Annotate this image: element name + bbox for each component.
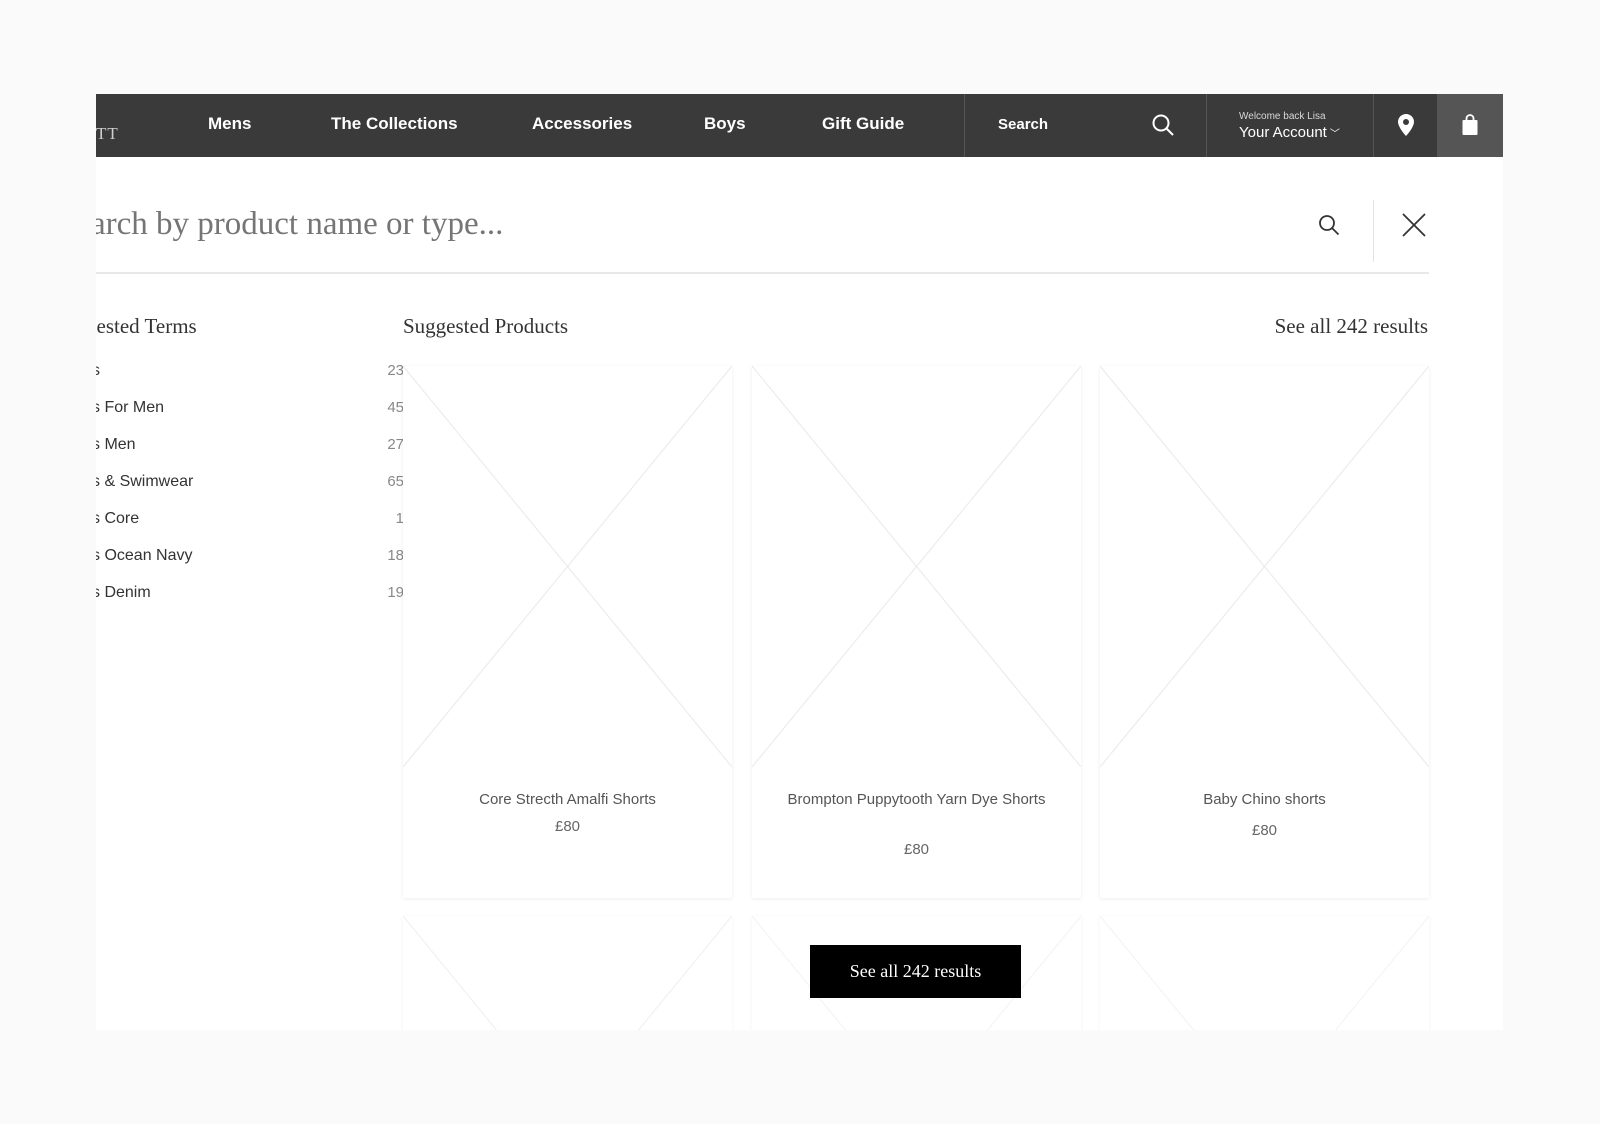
suggested-products-title: Suggested Products [403, 314, 569, 338]
image-placeholder-icon [403, 916, 732, 1030]
close-icon[interactable] [1402, 213, 1426, 242]
account-label: Your Account ﹀ [1239, 124, 1340, 141]
shopping-bag-icon [1462, 114, 1478, 135]
search-overlay: TT Mens The Collections Accessories Boys… [96, 94, 1503, 1030]
brand-logo[interactable]: TT [96, 124, 119, 144]
search-submit-icon[interactable] [1318, 214, 1340, 241]
product-card[interactable] [403, 916, 732, 1030]
product-name: Core Strecth Amalfi Shorts [479, 791, 656, 808]
suggested-term[interactable]: s Ocean Navy 18 [96, 547, 404, 571]
product-price: £80 [903, 841, 930, 858]
term-count: 45 [387, 399, 404, 416]
search-underline [96, 272, 1429, 274]
image-placeholder-icon [752, 366, 1081, 767]
search-input[interactable] [96, 199, 1241, 249]
product-card[interactable]: Core Strecth Amalfi Shorts £80 [403, 366, 732, 898]
see-all-results-link[interactable]: See all 242 results [1275, 314, 1428, 339]
search-icon[interactable] [1151, 113, 1175, 142]
product-card[interactable]: Brompton Puppytooth Yarn Dye Shorts £80 [752, 366, 1081, 898]
term-count: 18 [387, 547, 404, 564]
suggested-term[interactable]: s & Swimwear 65 [96, 473, 404, 497]
suggested-terms-title: gested Terms [96, 314, 197, 338]
product-card[interactable] [1100, 916, 1429, 1030]
main-nav: TT Mens The Collections Accessories Boys… [96, 94, 1503, 157]
nav-item-boys[interactable]: Boys [704, 114, 746, 134]
nav-item-gift-guide[interactable]: Gift Guide [822, 114, 904, 134]
image-placeholder-icon [1100, 916, 1429, 1030]
image-placeholder-icon [1100, 366, 1429, 767]
product-name: Baby Chino shorts [1203, 791, 1326, 808]
suggested-term[interactable]: s Denim 19 [96, 584, 404, 608]
suggested-term[interactable]: s 23 [96, 362, 404, 386]
account-menu[interactable]: Welcome back Lisa Your Account ﹀ [1206, 94, 1374, 157]
term-count: 19 [387, 584, 404, 601]
image-placeholder-icon [403, 366, 732, 767]
product-price: £80 [1251, 822, 1278, 839]
term-count: 27 [387, 436, 404, 453]
product-price: £80 [554, 818, 581, 835]
nav-item-collections[interactable]: The Collections [331, 114, 458, 134]
store-locator-button[interactable] [1373, 94, 1437, 157]
suggested-term[interactable]: s Core 1 [96, 510, 404, 534]
shopping-bag-button[interactable] [1437, 94, 1503, 157]
see-all-results-button[interactable]: See all 242 results [810, 945, 1021, 998]
suggested-term[interactable]: s For Men 45 [96, 399, 404, 423]
term-count: 23 [387, 362, 404, 379]
nav-search-label: Search [998, 116, 1049, 133]
nav-search[interactable]: Search [964, 94, 1207, 157]
nav-item-mens[interactable]: Mens [208, 114, 251, 134]
search-divider [1373, 200, 1374, 262]
product-name: Brompton Puppytooth Yarn Dye Shorts [787, 791, 1046, 808]
product-card[interactable]: Baby Chino shorts £80 [1100, 366, 1429, 898]
account-welcome: Welcome back Lisa [1239, 111, 1326, 122]
suggested-term[interactable]: s Men 27 [96, 436, 404, 460]
location-pin-icon [1398, 114, 1414, 136]
nav-item-accessories[interactable]: Accessories [532, 114, 632, 134]
chevron-down-icon: ﹀ [1329, 129, 1340, 140]
term-count: 65 [387, 473, 404, 490]
